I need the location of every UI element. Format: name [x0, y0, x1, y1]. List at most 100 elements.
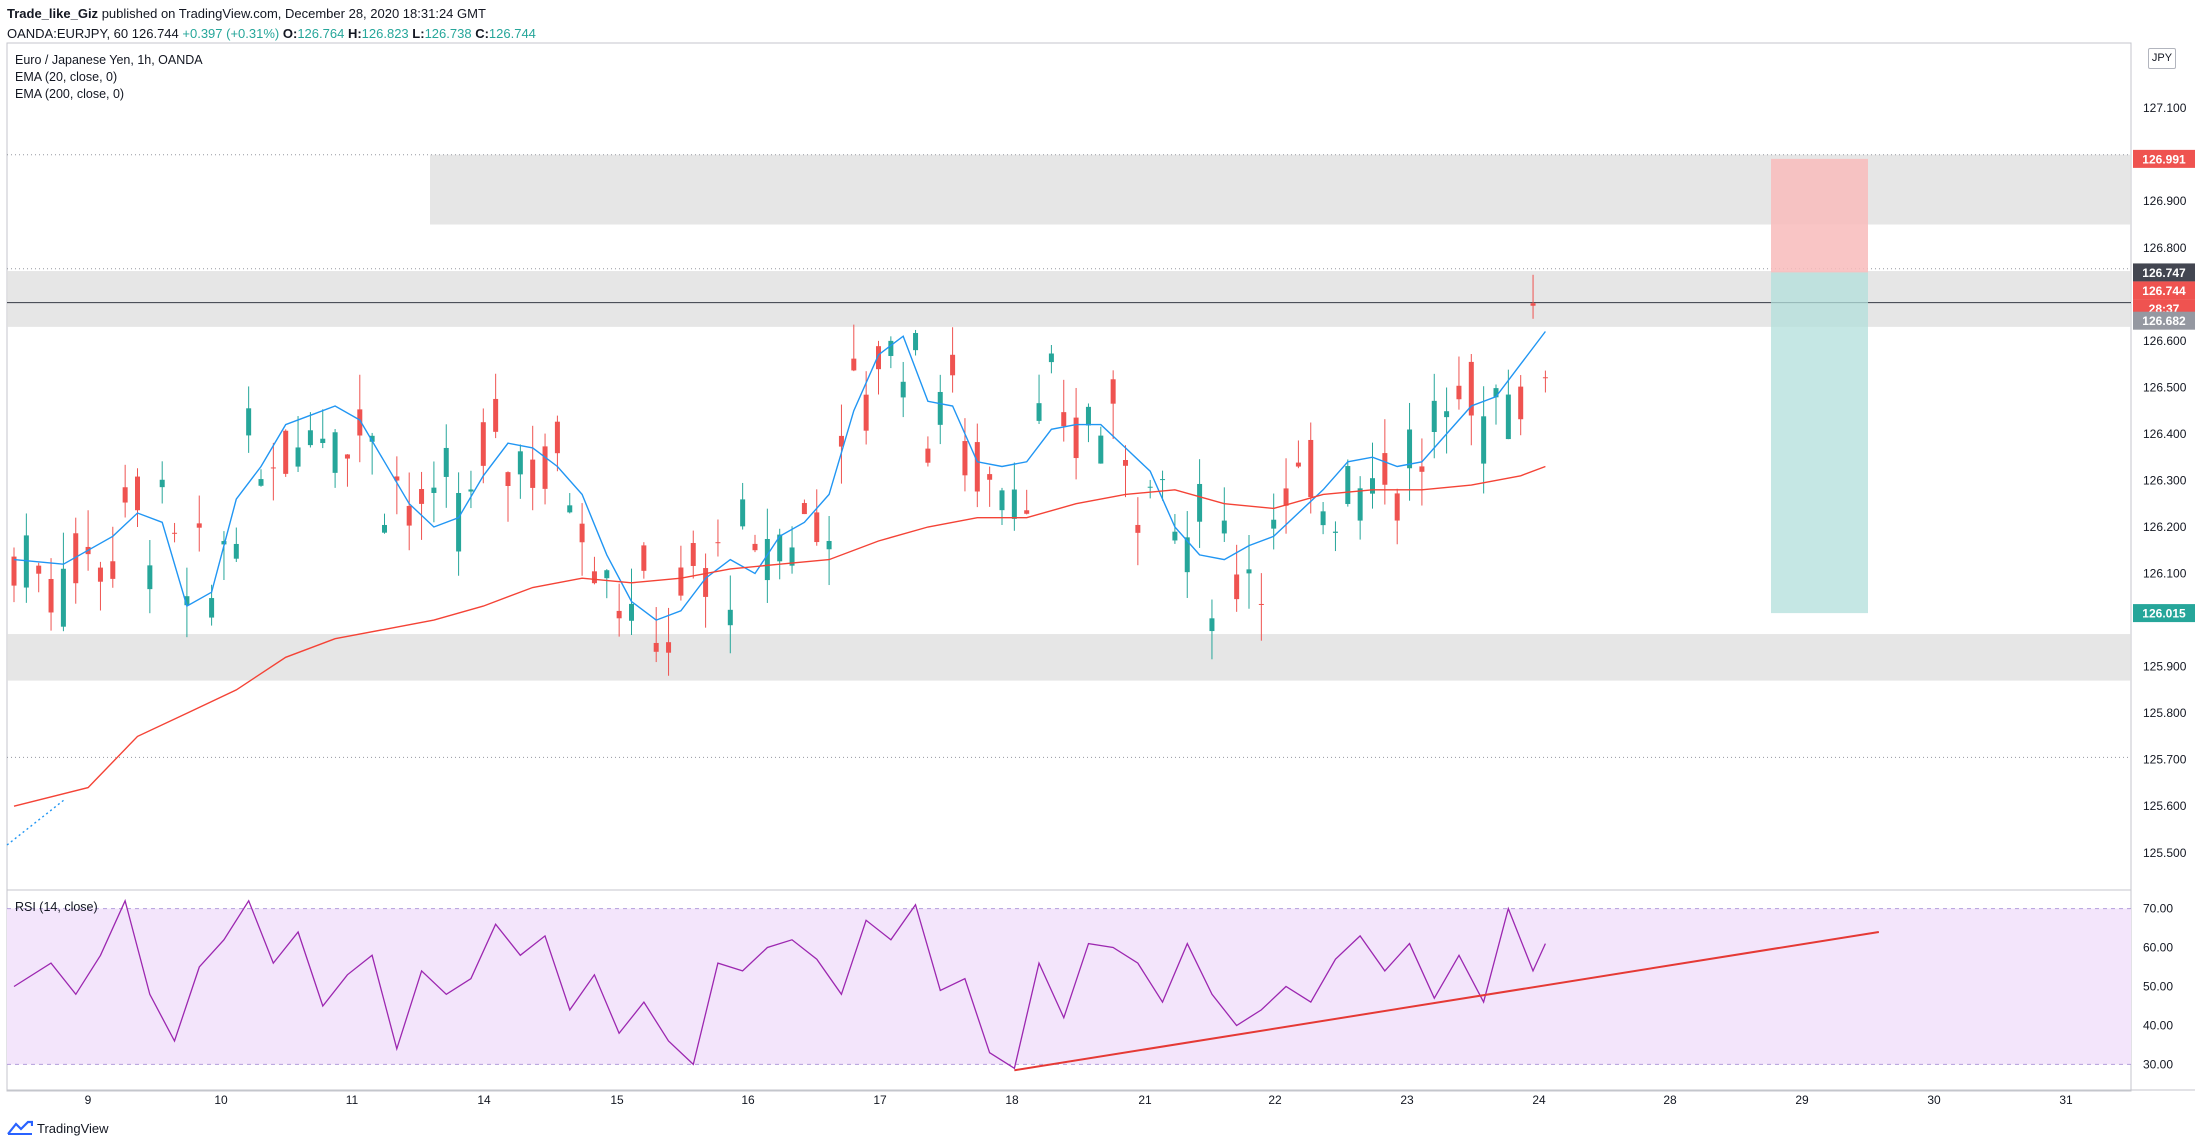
time-tick-label: 31 [2059, 1093, 2073, 1107]
candle-body [913, 333, 919, 351]
candle-body [196, 523, 202, 528]
candle-body [666, 642, 672, 653]
candle-body [1123, 460, 1128, 466]
candle-body [1258, 603, 1264, 605]
time-tick-label: 18 [1005, 1093, 1019, 1107]
time-tick-label: 24 [1532, 1093, 1546, 1107]
candle-body [1036, 403, 1042, 421]
time-tick-label: 22 [1268, 1093, 1282, 1107]
candle-body [1419, 466, 1425, 472]
candle-body [1135, 524, 1141, 533]
sr-zone [7, 634, 2131, 681]
candle-body [172, 532, 178, 534]
rsi-tick-label: 30.00 [2143, 1057, 2173, 1071]
candle-body [431, 487, 437, 493]
candle-body [1160, 479, 1166, 481]
candle-body [1246, 569, 1252, 574]
legend-title[interactable]: Euro / Japanese Yen, 1h, OANDA [15, 52, 203, 69]
candle-body [493, 398, 499, 432]
candle-body [925, 448, 931, 463]
candle-body [1320, 511, 1326, 526]
candle-body [1518, 386, 1524, 420]
ema20-dotted-extension [6, 799, 65, 846]
rsi-band [7, 908, 2131, 1065]
price-tick-label: 125.700 [2143, 753, 2187, 767]
candle-body [505, 472, 511, 486]
time-tick-label: 28 [1663, 1093, 1677, 1107]
candle-body [382, 524, 387, 533]
candle-body [283, 430, 289, 474]
candle-body [97, 567, 103, 582]
time-axis: 9 10 11 14 15 16 17 18 21 22 23 24 28 29 30 31 [85, 1093, 2073, 1107]
candle-body [1394, 493, 1400, 521]
candle-body [147, 565, 153, 590]
candle-body [1431, 400, 1437, 432]
candle-body [1085, 406, 1091, 426]
candle-body [270, 467, 276, 469]
time-tick-label: 16 [741, 1093, 755, 1107]
price-tick-label: 125.600 [2143, 799, 2187, 813]
candle-body [1024, 510, 1030, 514]
price-label-line: 126.682 [2142, 314, 2186, 328]
candle-body [1530, 303, 1536, 306]
candle-body [1505, 394, 1511, 440]
price-tick-label: 126.600 [2143, 334, 2187, 348]
short-position-tool [1771, 158, 1868, 614]
candle-body [135, 476, 140, 511]
price-label-target: 126.015 [2142, 607, 2186, 621]
time-tick-label: 21 [1138, 1093, 1152, 1107]
rsi-legend[interactable]: RSI (14, close) [15, 899, 98, 916]
candle-body [703, 568, 709, 597]
rsi-tick-label: 60.00 [2143, 941, 2173, 955]
candle-body [1098, 435, 1104, 464]
price-tick-label: 126.500 [2143, 380, 2187, 394]
time-tick-label: 14 [477, 1093, 491, 1107]
price-label-last: 126.744 [2142, 284, 2186, 298]
candle-body [826, 540, 832, 550]
candle-body [1234, 574, 1240, 600]
candle-body [456, 493, 462, 552]
tradingview-logo[interactable]: TradingView [7, 1118, 109, 1138]
candle-body [530, 459, 536, 488]
candle-body [246, 408, 252, 436]
time-tick-label: 29 [1795, 1093, 1809, 1107]
candle-body [863, 394, 869, 431]
candle-body [406, 505, 412, 526]
candle-body [678, 567, 684, 596]
candle-body [740, 499, 746, 527]
price-chart[interactable]: 127.100 126.900 126.800 126.600 126.500 126.4… [0, 0, 2199, 1147]
tradingview-logo-icon [7, 1120, 33, 1135]
legend-ema200[interactable]: EMA (200, close, 0) [15, 86, 203, 103]
candle-body [344, 454, 350, 459]
candle-body [591, 571, 597, 584]
candle-body [1456, 385, 1462, 400]
ema-lines [6, 331, 1546, 846]
candle-body [999, 490, 1005, 511]
candle-body [480, 422, 486, 466]
price-tick-label: 125.800 [2143, 706, 2187, 720]
candle-body [554, 421, 560, 454]
currency-badge[interactable]: JPY [2148, 48, 2176, 69]
candle-body [320, 438, 326, 444]
price-tick-label: 126.200 [2143, 520, 2187, 534]
footer-brand: TradingView [37, 1120, 109, 1136]
legend-ema20[interactable]: EMA (20, close, 0) [15, 69, 203, 86]
candle-body [974, 442, 980, 492]
candle-body [1221, 520, 1227, 534]
candle-body [209, 598, 215, 618]
time-tick-label: 17 [873, 1093, 887, 1107]
candle-body [937, 391, 943, 425]
candle-body [987, 474, 993, 480]
candle-body [1197, 483, 1203, 522]
stop-zone [1771, 158, 1868, 273]
candle-body [307, 430, 313, 446]
candle-body [60, 568, 66, 627]
candle-body [110, 561, 116, 579]
candle-body [641, 545, 647, 571]
candle-body [1271, 519, 1277, 529]
candle-body [752, 543, 758, 551]
candle-body [159, 479, 165, 488]
candle-body [233, 543, 239, 559]
candle-body [36, 565, 42, 574]
candle-body [1382, 453, 1388, 485]
